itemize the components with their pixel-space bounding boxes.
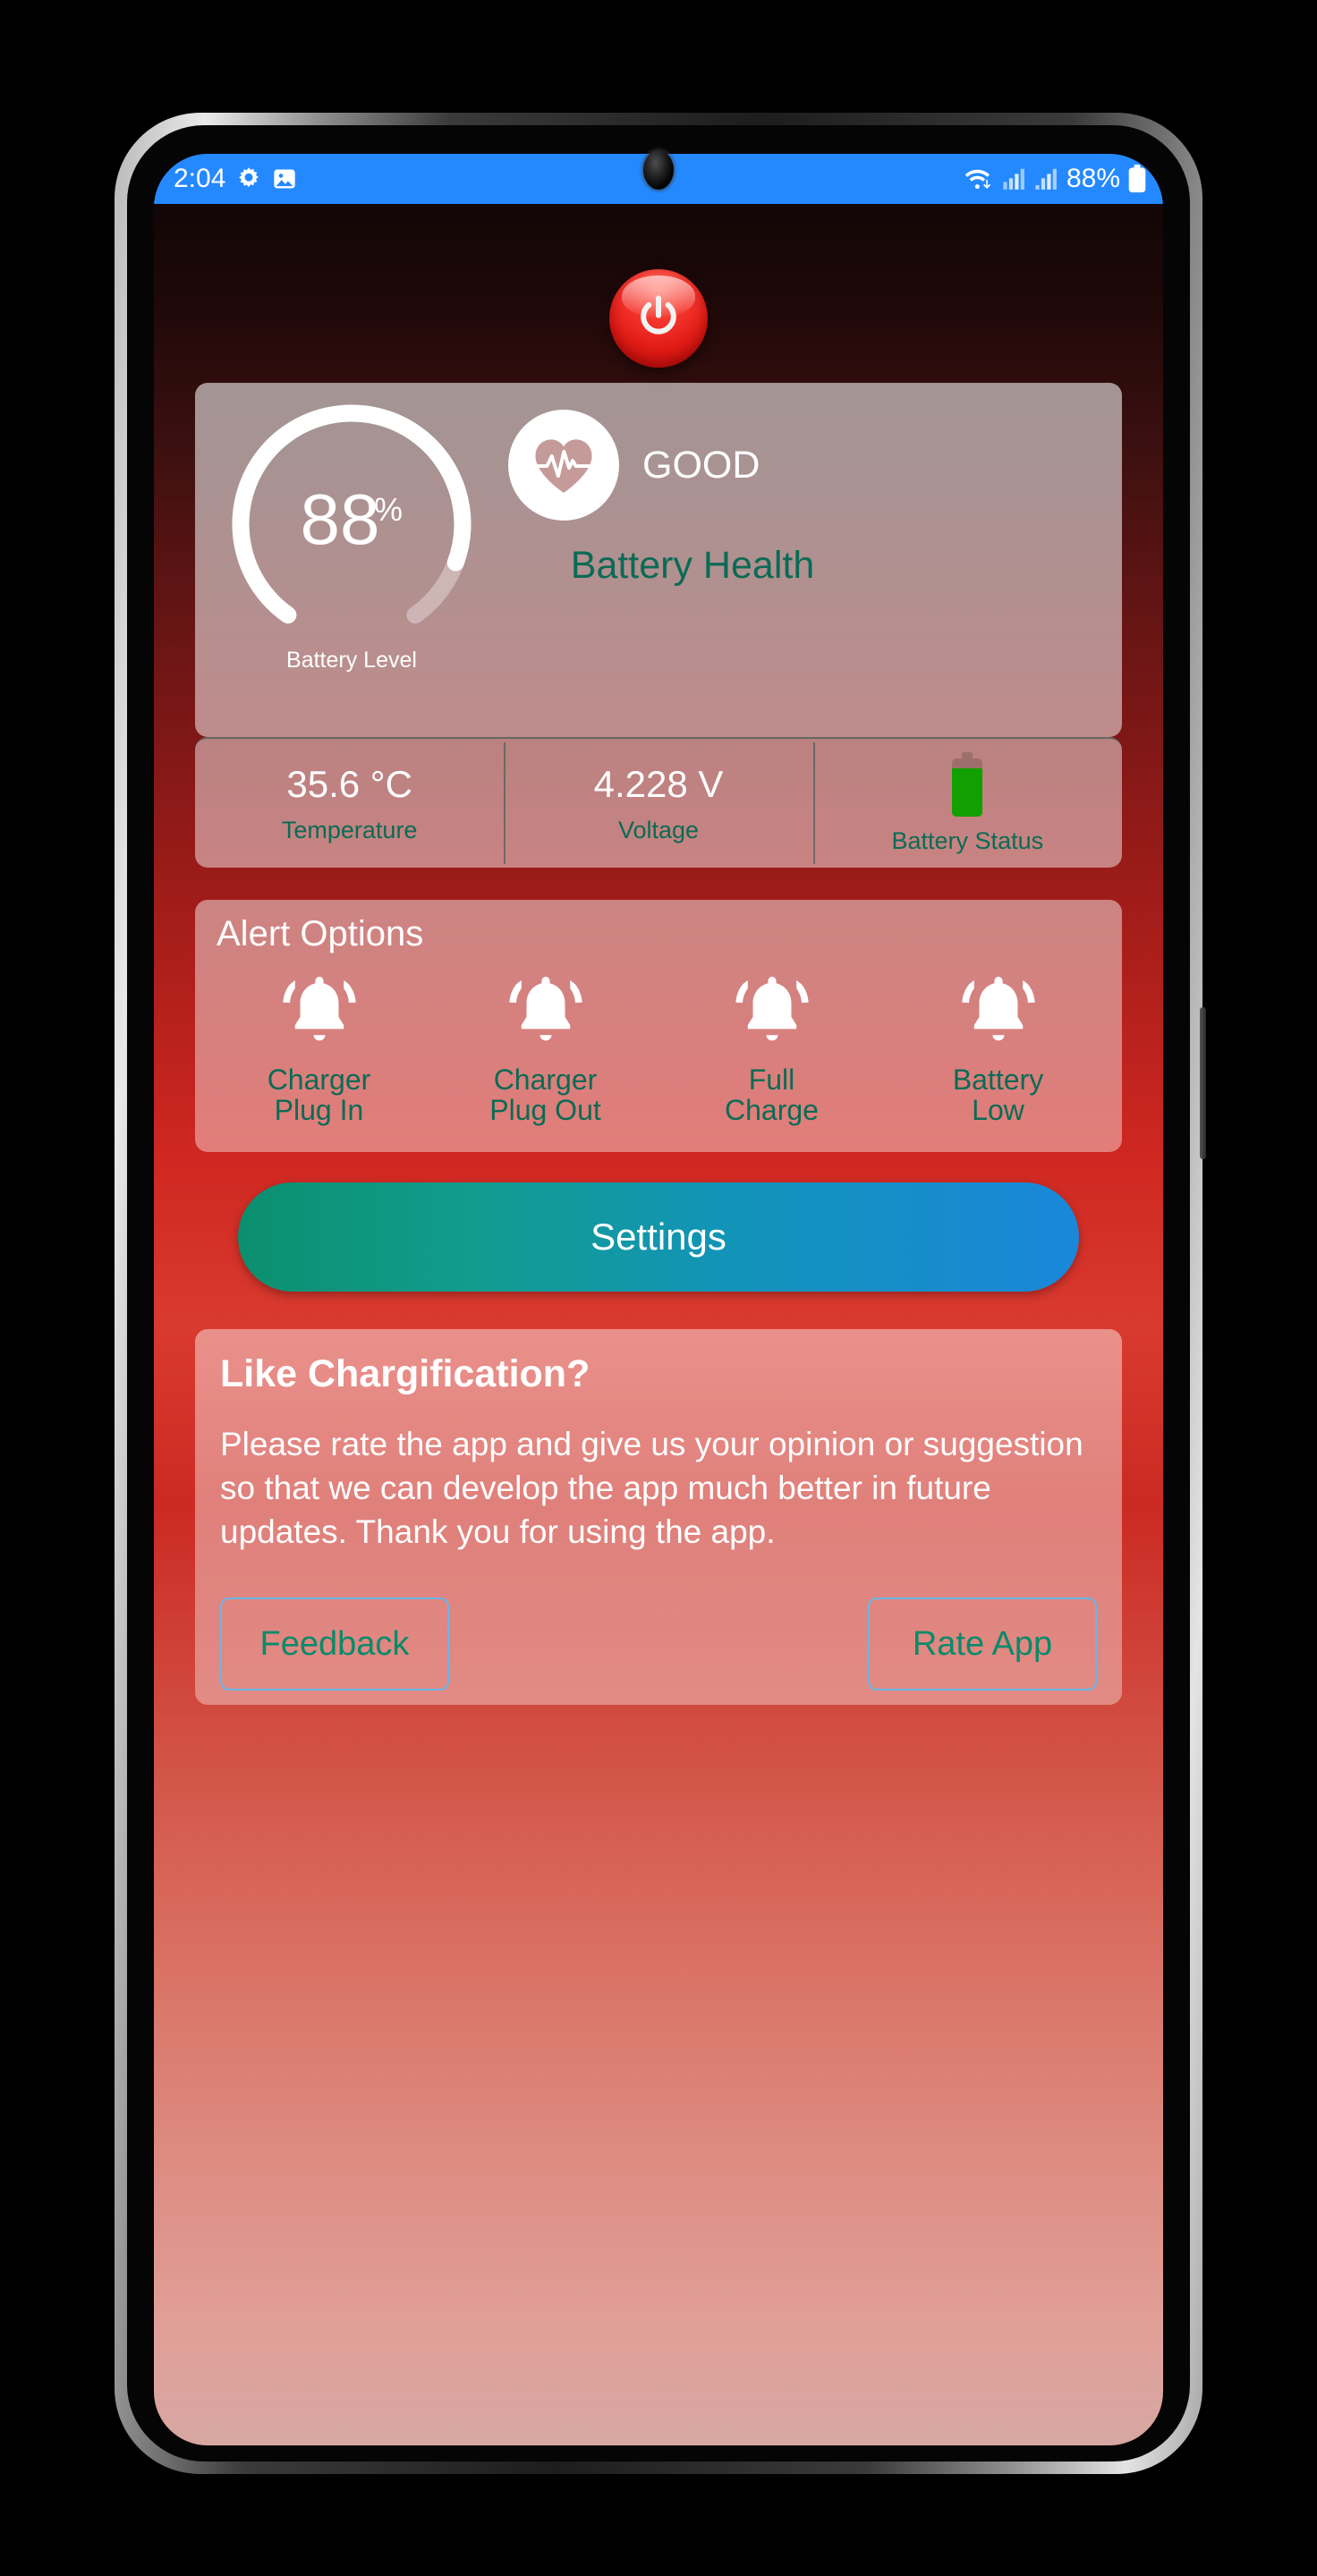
- metric-temperature[interactable]: 35.6 °C Temperature: [195, 739, 504, 868]
- voltage-label: Voltage: [617, 816, 700, 843]
- alert-options-card: Alert Options Charger Plug In Charger Pl…: [195, 900, 1122, 1152]
- temperature-label: Temperature: [281, 816, 418, 843]
- rate-app-card: Like Chargification? Please rate the app…: [195, 1329, 1122, 1705]
- status-bar-battery-percent: 88%: [1066, 164, 1120, 193]
- phone-screen: 2:04 88% 88 % Battery Level GOOD Battery…: [154, 154, 1163, 2445]
- bell-ring-icon: [278, 970, 361, 1056]
- signal-icon: [1034, 166, 1059, 191]
- image-icon: [272, 166, 297, 191]
- front-camera: [643, 150, 674, 190]
- battery-icon: [1127, 165, 1147, 193]
- battery-level-value: 88: [301, 479, 380, 559]
- battery-status-label: Battery Status: [891, 826, 1044, 854]
- alert-option-battery-low[interactable]: Battery Low: [885, 970, 1111, 1126]
- battery-level-gauge: 88 %: [213, 390, 490, 658]
- battery-health-block: GOOD Battery Health: [508, 410, 929, 588]
- battery-vertical-icon: [952, 751, 983, 817]
- rate-card-title: Like Chargification?: [220, 1352, 591, 1395]
- rate-card-actions: Feedback Rate App: [220, 1597, 1097, 1690]
- phone-frame: 2:04 88% 88 % Battery Level GOOD Battery…: [115, 113, 1206, 2474]
- battery-status-card: 88 % Battery Level GOOD Battery Health: [195, 383, 1122, 737]
- alert-option-label: Charger Plug Out: [489, 1063, 601, 1126]
- voltage-value: 4.228 V: [593, 762, 724, 805]
- status-bar-left: 2:04: [174, 165, 297, 192]
- alert-option-label: Charger Plug In: [267, 1063, 371, 1126]
- temperature-value: 35.6 °C: [286, 762, 412, 805]
- bell-ring-icon: [957, 970, 1040, 1056]
- status-bar-right: 88%: [964, 165, 1147, 193]
- rate-card-body: Please rate the app and give us your opi…: [220, 1426, 1083, 1551]
- phone-side-button[interactable]: [1200, 1007, 1206, 1159]
- phone-bezel: 2:04 88% 88 % Battery Level GOOD Battery…: [127, 125, 1190, 2462]
- alert-options-grid: Charger Plug In Charger Plug Out Full Ch…: [206, 970, 1111, 1126]
- battery-metrics-row: 35.6 °C Temperature 4.228 V Voltage Batt…: [195, 737, 1122, 868]
- battery-level-unit: %: [374, 491, 403, 528]
- alert-options-title: Alert Options: [217, 914, 424, 953]
- battery-health-value: GOOD: [642, 443, 760, 487]
- feedback-button[interactable]: Feedback: [220, 1597, 449, 1690]
- power-toggle-button[interactable]: [609, 269, 708, 368]
- alert-option-full-charge[interactable]: Full Charge: [658, 970, 885, 1126]
- signal-icon: [1002, 166, 1027, 191]
- bell-ring-icon: [505, 970, 587, 1056]
- battery-level-label: Battery Level: [286, 648, 417, 673]
- rate-app-button-label: Rate App: [912, 1624, 1053, 1663]
- settings-button-label: Settings: [591, 1216, 726, 1258]
- metric-voltage[interactable]: 4.228 V Voltage: [504, 739, 812, 868]
- metric-battery-status[interactable]: Battery Status: [812, 739, 1122, 868]
- rate-app-button[interactable]: Rate App: [868, 1597, 1097, 1690]
- status-bar-clock: 2:04: [174, 164, 226, 193]
- battery-health-label: Battery Health: [570, 544, 815, 587]
- alert-option-charger-plug-in[interactable]: Charger Plug In: [206, 970, 432, 1126]
- heart-pulse-icon: [508, 410, 619, 521]
- alert-option-label: Full Charge: [725, 1063, 819, 1126]
- app-background: 88 % Battery Level GOOD Battery Health 3…: [154, 204, 1163, 2445]
- feedback-button-label: Feedback: [259, 1624, 410, 1663]
- alert-option-label: Battery Low: [952, 1063, 1044, 1126]
- settings-button[interactable]: Settings: [238, 1182, 1079, 1292]
- bell-ring-icon: [731, 970, 813, 1056]
- wifi-icon: [964, 165, 995, 192]
- alert-option-charger-plug-out[interactable]: Charger Plug Out: [432, 970, 658, 1126]
- gear-icon: [235, 165, 262, 192]
- power-icon: [633, 292, 684, 346]
